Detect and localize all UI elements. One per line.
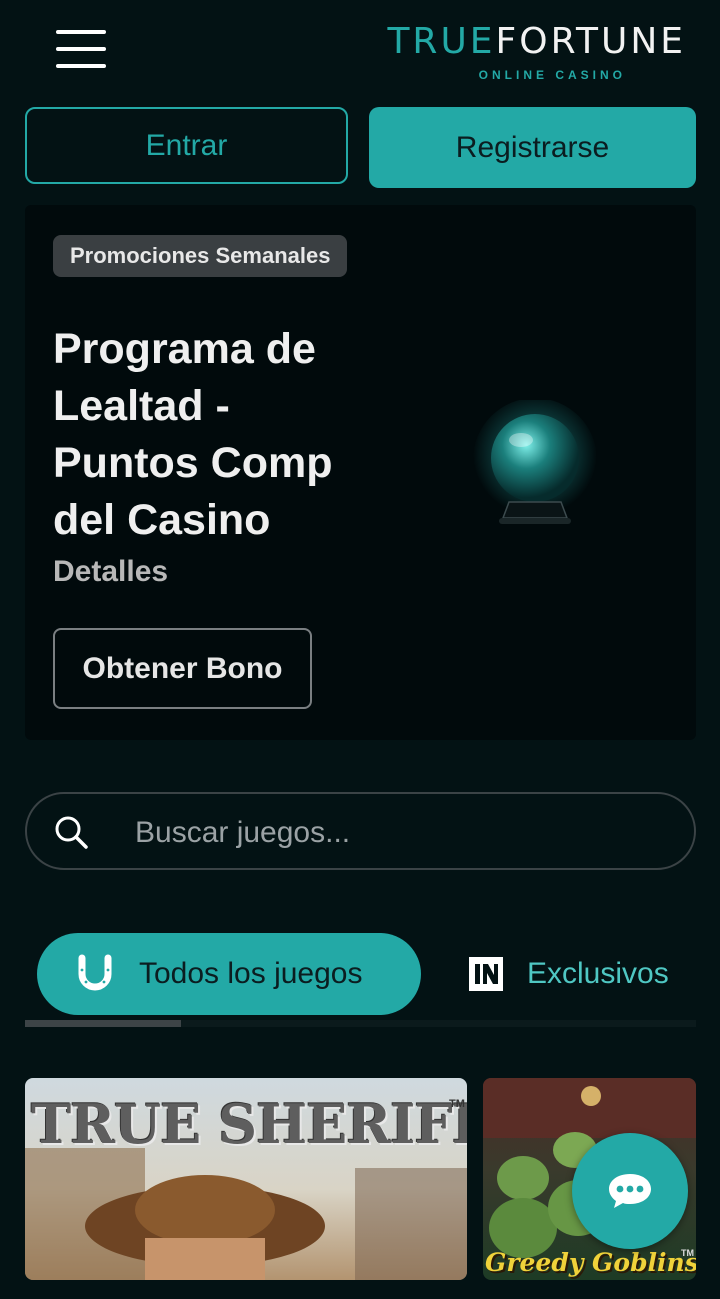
game-tile-true-sheriff[interactable]: TRUE SHERIFF TM: [25, 1078, 467, 1280]
header: TRUEFORTUNE ONLINE CASINO: [0, 0, 720, 100]
in-logo-icon: [469, 957, 503, 991]
get-bonus-button[interactable]: Obtener Bono: [53, 628, 312, 709]
promo-badge: Promociones Semanales: [53, 235, 348, 277]
tab-exclusives-label: Exclusivos: [527, 957, 669, 990]
search-icon[interactable]: [53, 814, 89, 850]
register-button[interactable]: Registrarse: [369, 107, 696, 188]
search-bar: [25, 792, 696, 870]
tab-exclusives[interactable]: Exclusivos: [467, 933, 669, 1015]
category-tabs: Todos los juegos Exclusivos: [25, 925, 696, 1027]
trademark-label: TM: [681, 1248, 694, 1258]
chat-button[interactable]: [572, 1133, 688, 1249]
tab-scrollbar[interactable]: [25, 1020, 181, 1027]
search-input[interactable]: [133, 810, 657, 856]
true-fortune-logo[interactable]: TRUEFORTUNE ONLINE CASINO: [366, 22, 686, 84]
tab-all-games[interactable]: Todos los juegos: [37, 933, 421, 1015]
horseshoe-icon: [78, 954, 112, 991]
trademark-label: TM: [449, 1098, 465, 1110]
promo-card: Promociones Semanales Programa de Lealta…: [25, 205, 696, 740]
crystal-ball-icon: [473, 400, 597, 524]
hamburger-menu-icon[interactable]: [56, 30, 106, 70]
tab-all-games-label: Todos los juegos: [139, 957, 363, 990]
promo-details-link[interactable]: Detalles: [53, 555, 168, 589]
game-title: TRUE SHERIFF: [31, 1092, 467, 1156]
logo-tagline: ONLINE CASINO: [478, 68, 626, 82]
game-title: Greedy Goblins: [485, 1248, 696, 1277]
promo-title: Programa de Lealtad - Puntos Comp del Ca…: [53, 325, 333, 544]
login-button[interactable]: Entrar: [25, 107, 348, 184]
chat-bubble-icon: [609, 1174, 651, 1208]
